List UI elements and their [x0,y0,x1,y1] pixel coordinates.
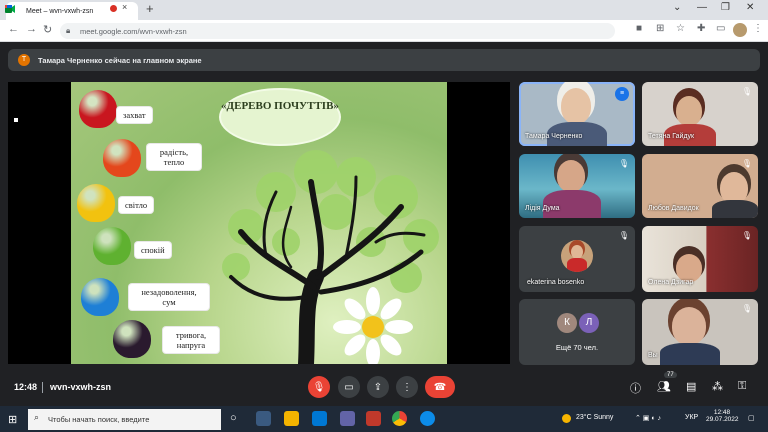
mic-muted-icon: 🎙︎ [741,87,752,96]
divider [42,382,43,393]
avatar: К [557,313,577,333]
title-cloud [221,90,339,144]
daisy-icon [333,287,413,364]
avatar [561,240,593,272]
back-arrow-icon[interactable]: ← [8,23,19,35]
participant-name: Тамара Черненко [525,133,583,140]
participant-tile[interactable]: 🎙︎ Олена Дзигар [642,226,758,292]
leave-call-button[interactable]: ☎︎ [425,376,455,398]
people-icon[interactable]: 👥︎ [657,380,671,393]
more-participants-label: Ещё 70 чел. [555,343,599,352]
clock-date: 29.07.2022 [706,416,739,423]
camera-button[interactable]: ▭ [338,376,360,398]
participant-tile[interactable]: 🎙︎ Тетяна Гайдук [642,82,758,146]
chrome-icon[interactable] [392,411,407,426]
tab-close-icon[interactable]: × [122,2,127,12]
dark-apple-icon [113,320,151,358]
present-button[interactable]: ⇪ [367,376,389,398]
clock-time: 12:48 [713,409,731,416]
system-tray-icons[interactable]: ⌃ ▣ ◐ ♪ [635,414,661,422]
meeting-code: wvn-vxwh-zsn [50,382,112,392]
meet-favicon-icon [5,5,15,13]
participant-tile[interactable]: 🎙︎ Любов Давидок [642,154,758,218]
participant-name: Тетяна Гайдук [648,133,695,140]
self-view-tile[interactable]: 🎙︎ Вы [642,299,758,365]
profile-avatar[interactable] [733,23,747,37]
file-explorer-icon[interactable] [284,411,299,426]
mic-off-button[interactable]: 🎙︎ [308,376,330,398]
more-participants-tile[interactable]: К Л Ещё 70 чел. [519,299,635,365]
meeting-time: 12:48 [14,382,38,392]
feeling-label: світло [119,197,154,213]
blue-apple-icon [81,278,119,316]
shared-slide: «ДЕРЕВО ПОЧУТТІВ» захват радість, тепло … [71,82,447,364]
edge-icon[interactable] [420,411,435,426]
side-panel-icon[interactable]: ▭ [716,23,725,34]
chat-icon[interactable]: ▤ [686,380,696,393]
taskbar-search[interactable]: Чтобы начать поиск, введите [28,409,221,430]
orange-apple-icon [103,139,141,177]
info-icon[interactable]: ⓘ [630,380,641,396]
chevron-down-icon[interactable]: ⌄ [673,2,681,13]
participants-count-badge: 77 [664,372,677,378]
search-icon: ⌕ [34,412,40,422]
host-controls-icon[interactable]: ⚿ [738,380,746,393]
browser-menu-icon[interactable]: ⋮ [753,23,763,34]
language-indicator[interactable]: УКР [685,414,698,421]
mic-muted-icon: 🎙︎ [741,159,752,168]
forward-arrow-icon[interactable]: → [26,23,37,35]
bookmark-star-icon[interactable]: ☆ [676,23,685,34]
translate-icon[interactable]: ⊞ [656,23,664,34]
activities-icon[interactable]: ⁂ [712,380,723,393]
speaking-indicator-icon: ≡ [615,87,629,101]
extensions-icon[interactable]: ✚ [697,23,705,34]
mic-muted-icon: 🎙︎ [618,159,629,168]
task-view-icon[interactable]: ○ [230,412,237,424]
app-icon[interactable] [366,411,381,426]
avatar: Л [579,313,599,333]
lock-icon[interactable]: 🔒︎ [66,26,70,36]
more-options-button[interactable]: ⋮ [396,376,418,398]
yellow-apple-icon [77,184,115,222]
browser-tab[interactable]: Meet – wvn-vxwh-zsn [6,2,138,20]
feeling-label: незадоволення, сум [129,284,209,310]
window-close-icon[interactable]: ✕ [746,2,754,13]
mic-muted-icon: 🎙︎ [741,304,752,313]
feeling-label: спокій [135,242,171,258]
maximize-icon[interactable]: ❐ [721,2,730,13]
reload-icon[interactable]: ↻ [43,23,52,36]
recording-indicator-icon [110,5,117,12]
participant-name: Лідія Дума [525,205,560,212]
slide-title: «ДЕРЕВО ПОЧУТТІВ» [221,100,339,112]
feeling-label: радість, тепло [147,144,201,170]
weather-sun-icon [562,414,571,423]
feeling-label: тривога, напруга [163,327,219,353]
weather-text: 23°C Sunny [576,414,614,421]
minimize-icon[interactable]: — [697,2,707,13]
participant-name: Любов Давидок [648,205,699,212]
store-icon[interactable] [312,411,327,426]
notifications-icon[interactable]: ▢ [748,414,755,422]
participant-tile[interactable]: ≡ Тамара Черненко [519,82,635,146]
mic-muted-icon: 🎙︎ [741,231,752,240]
task-view-icon[interactable] [256,411,271,426]
teams-icon[interactable] [340,411,355,426]
new-tab-button[interactable]: + [146,1,154,16]
participant-name: Вы [648,352,658,359]
green-apple-icon [93,227,131,265]
mic-muted-icon: 🎙︎ [618,231,629,240]
red-apple-icon [79,90,117,128]
participant-tile[interactable]: 🎙︎ ekaterina bosenko [519,226,635,292]
mouse-pointer-icon [14,118,18,122]
participant-name: ekaterina bosenko [527,279,585,286]
camera-permission-icon[interactable]: ■ [636,23,642,34]
clock[interactable]: 12:48 29.07.2022 [706,409,739,423]
windows-start-icon[interactable]: ⊞ [8,413,17,426]
presenting-banner: Тамара Черненко сейчас на главном экране [8,49,760,71]
feeling-label: захват [117,107,152,123]
participant-tile[interactable]: 🎙︎ Лідія Дума [519,154,635,218]
participant-name: Олена Дзигар [648,279,694,286]
presenter-avatar: Т [18,54,30,66]
address-bar[interactable]: meet.google.com/wvn-vxwh-zsn [60,23,615,39]
